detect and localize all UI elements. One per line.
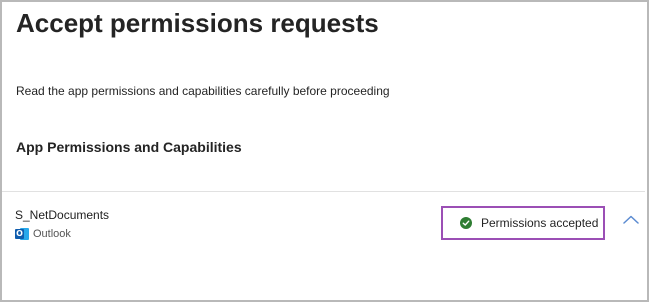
- description-text: Read the app permissions and capabilitie…: [16, 84, 390, 98]
- check-circle-icon: [460, 217, 472, 229]
- outlook-icon: O: [15, 227, 29, 241]
- permissions-status-badge: Permissions accepted: [441, 206, 605, 240]
- chevron-up-icon[interactable]: [622, 213, 640, 227]
- permissions-panel: Accept permissions requests Read the app…: [0, 0, 649, 302]
- host-label: Outlook: [33, 228, 71, 240]
- page-title: Accept permissions requests: [16, 8, 379, 38]
- section-title: App Permissions and Capabilities: [16, 139, 242, 155]
- app-name: S_NetDocuments: [15, 208, 110, 222]
- host-row: O Outlook: [15, 227, 71, 241]
- status-text: Permissions accepted: [481, 216, 599, 230]
- divider: [2, 191, 645, 192]
